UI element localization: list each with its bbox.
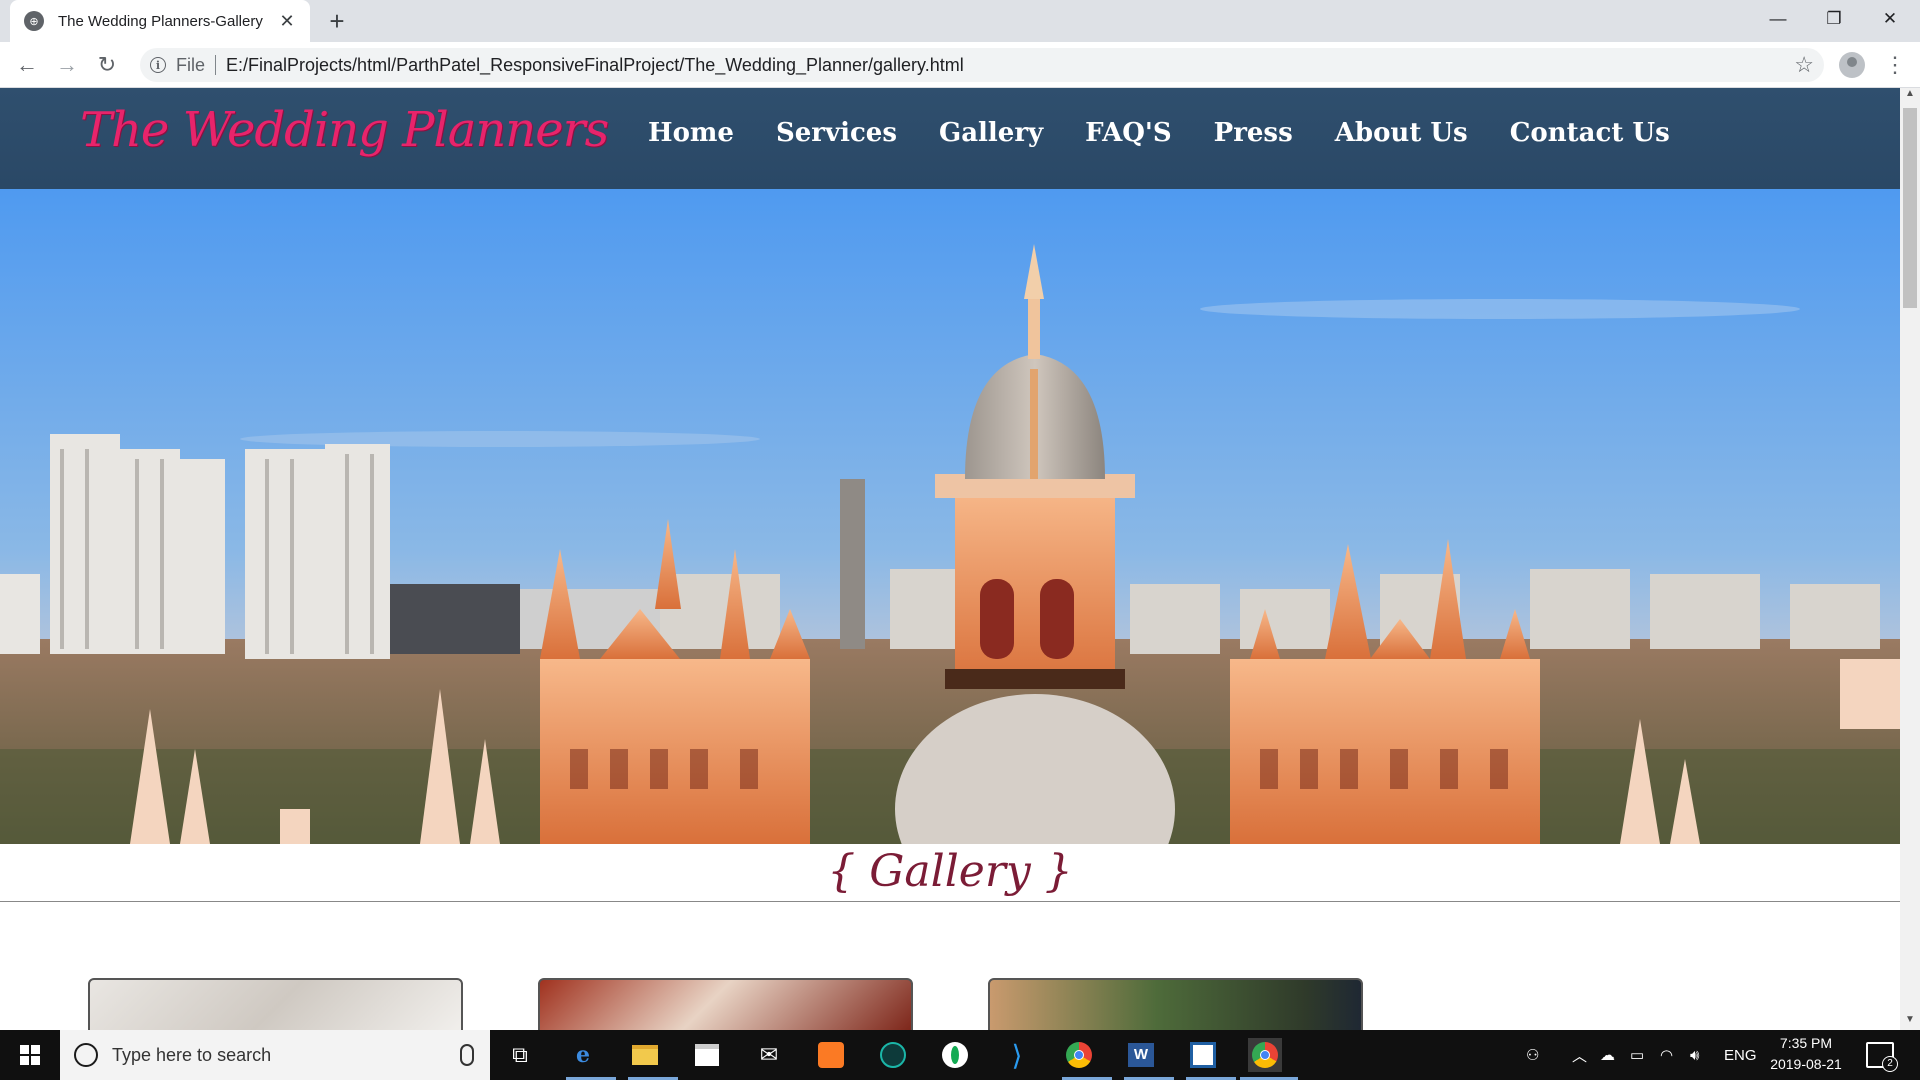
- show-hidden-icons-icon[interactable]: ︿: [1572, 1030, 1587, 1080]
- bookmark-star-icon[interactable]: ☆: [1794, 52, 1814, 78]
- globe-icon: ⊕: [24, 11, 44, 31]
- address-bar[interactable]: i File E:/FinalProjects/html/ParthPatel_…: [140, 48, 1824, 82]
- info-icon[interactable]: i: [150, 57, 166, 73]
- site-header: The Wedding Planners Home Services Galle…: [0, 88, 1900, 189]
- wifi-icon[interactable]: ◠: [1660, 1030, 1673, 1080]
- reload-button[interactable]: ↻: [92, 50, 122, 80]
- main-nav: Home Services Gallery FAQ'S Press About …: [648, 118, 1712, 148]
- chrome-icon[interactable]: [1062, 1038, 1096, 1072]
- nav-home[interactable]: Home: [648, 118, 734, 148]
- nav-press[interactable]: Press: [1214, 118, 1293, 148]
- page-viewport: The Wedding Planners Home Services Galle…: [0, 88, 1900, 1030]
- people-icon[interactable]: ⚇: [1526, 1030, 1539, 1080]
- windows-logo-icon: [20, 1045, 40, 1065]
- vscode-icon[interactable]: ⟩: [1000, 1038, 1034, 1072]
- start-button[interactable]: [0, 1030, 60, 1080]
- page-scrollbar[interactable]: ▲ ▼: [1900, 88, 1920, 1030]
- action-center-icon[interactable]: 2: [1866, 1042, 1898, 1072]
- gallery-thumbnail-bride[interactable]: [538, 978, 913, 1030]
- back-button[interactable]: ←: [12, 50, 42, 80]
- gitkraken-icon[interactable]: [876, 1038, 910, 1072]
- mongodb-icon[interactable]: [938, 1038, 972, 1072]
- onedrive-icon[interactable]: ☁: [1600, 1030, 1615, 1080]
- edge-icon[interactable]: e: [566, 1038, 600, 1072]
- cortana-icon[interactable]: [74, 1043, 98, 1067]
- site-logo[interactable]: The Wedding Planners: [80, 102, 609, 158]
- nav-about-us[interactable]: About Us: [1335, 118, 1468, 148]
- browser-tab[interactable]: ⊕ The Wedding Planners-Gallery ✕: [10, 0, 310, 42]
- gallery-thumbnail-lace[interactable]: [88, 978, 463, 1030]
- minimize-button[interactable]: —: [1750, 0, 1806, 40]
- forward-button[interactable]: →: [52, 50, 82, 80]
- nav-contact-us[interactable]: Contact Us: [1510, 118, 1670, 148]
- profile-avatar-icon[interactable]: [1839, 52, 1865, 78]
- store-icon[interactable]: [690, 1038, 724, 1072]
- clock-date: 2019-08-21: [1770, 1056, 1842, 1072]
- task-view-icon[interactable]: ⧉: [503, 1038, 537, 1072]
- notification-count: 2: [1882, 1056, 1898, 1072]
- volume-icon[interactable]: 🔊︎: [1690, 1030, 1699, 1080]
- tab-close-icon[interactable]: ✕: [276, 11, 298, 32]
- browser-menu-icon[interactable]: ⋮: [1884, 50, 1906, 80]
- mail-icon[interactable]: ✉: [752, 1038, 786, 1072]
- word-icon[interactable]: W: [1124, 1038, 1158, 1072]
- chrome-active-icon[interactable]: [1248, 1038, 1282, 1072]
- clock-time: 7:35 PM: [1779, 1035, 1833, 1051]
- scroll-down-arrow-icon[interactable]: ▼: [1900, 1014, 1920, 1030]
- search-placeholder: Type here to search: [112, 1044, 272, 1065]
- browser-tabstrip: ⊕ The Wedding Planners-Gallery ✕ + — ❐ ✕: [0, 0, 1920, 42]
- hero-banner-image: [0, 189, 1900, 844]
- clock[interactable]: 7:35 PM 2019-08-21: [1762, 1033, 1850, 1075]
- url-text[interactable]: E:/FinalProjects/html/ParthPatel_Respons…: [226, 55, 964, 76]
- language-indicator[interactable]: ENG: [1724, 1030, 1757, 1080]
- gallery-thumbnail-couple[interactable]: [988, 978, 1363, 1030]
- new-tab-button[interactable]: +: [322, 6, 352, 36]
- scheme-label: File: [176, 54, 206, 75]
- windows-taskbar: Type here to search ⧉ e ✉ ⟩ W ⚇ ︿ ☁ ▭ ◠ …: [0, 1030, 1920, 1080]
- nav-faqs[interactable]: FAQ'S: [1085, 118, 1172, 148]
- file-explorer-icon[interactable]: [628, 1038, 662, 1072]
- gallery-title-band: { Gallery }: [0, 844, 1900, 902]
- scrollbar-thumb[interactable]: [1903, 108, 1917, 308]
- section-title: { Gallery }: [827, 846, 1073, 897]
- restore-button[interactable]: ❐: [1806, 0, 1862, 40]
- omnibox-divider: [215, 55, 217, 75]
- xampp-icon[interactable]: [814, 1038, 848, 1072]
- battery-icon[interactable]: ▭: [1630, 1030, 1644, 1080]
- microphone-icon[interactable]: [460, 1044, 474, 1066]
- brackets-icon[interactable]: [1186, 1038, 1220, 1072]
- scroll-up-arrow-icon[interactable]: ▲: [1900, 88, 1920, 104]
- taskbar-search[interactable]: Type here to search: [60, 1030, 490, 1080]
- nav-gallery[interactable]: Gallery: [939, 118, 1043, 148]
- close-window-button[interactable]: ✕: [1862, 0, 1918, 40]
- tab-title: The Wedding Planners-Gallery: [58, 12, 263, 30]
- nav-services[interactable]: Services: [776, 118, 897, 148]
- browser-toolbar: ← → ↻ i File E:/FinalProjects/html/Parth…: [0, 42, 1920, 88]
